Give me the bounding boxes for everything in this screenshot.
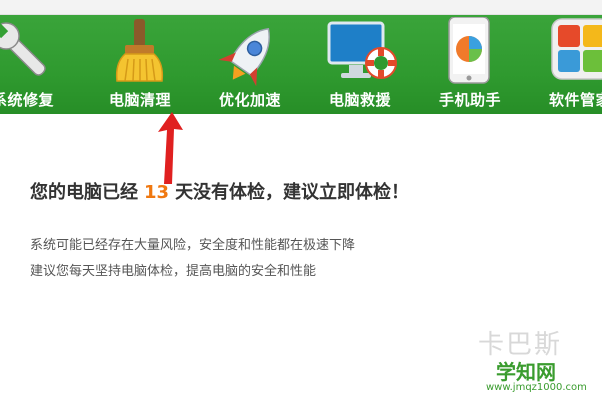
- phone-icon: [448, 17, 490, 84]
- description-line-2: 建议您每天坚持电脑体检，提高电脑的安全和性能: [30, 264, 317, 279]
- toolbar-label: 软件管家: [548, 91, 602, 109]
- days-count: 13: [144, 182, 170, 203]
- window-top-strip: [0, 0, 602, 15]
- toolbar-item-pc-cleanup[interactable]: 电脑清理: [85, 15, 195, 114]
- software-grid-icon: [551, 18, 602, 80]
- broom-icon: [115, 19, 164, 82]
- toolbar-label: 电脑清理: [108, 91, 171, 109]
- toolbar-item-software-manager[interactable]: 软件管家: [525, 15, 602, 114]
- toolbar-item-optimize-speedup[interactable]: 优化加速: [195, 15, 305, 114]
- toolbar-item-phone-assistant[interactable]: 手机助手: [415, 15, 525, 114]
- checkup-headline: 您的电脑已经 13 天没有体检，建议立即体检！: [30, 178, 409, 204]
- toolbar-label: 手机助手: [438, 91, 501, 109]
- toolbar-label: 优化加速: [218, 91, 281, 109]
- headline-suffix: 天没有体检，建议立即体检！: [175, 182, 410, 203]
- toolbar-item-pc-rescue[interactable]: 电脑救援: [305, 15, 415, 114]
- toolbar: 系统修复 电脑清理 优化加速: [0, 15, 602, 114]
- site-watermark-url: www.jmqz1000.com: [486, 382, 587, 393]
- description-line-1: 系统可能已经存在大量风险，安全度和性能都在极速下降: [30, 238, 356, 253]
- monitor-lifebuoy-icon: [327, 21, 397, 79]
- red-pointer-arrow-icon: [158, 112, 183, 184]
- headline-prefix: 您的电脑已经: [30, 182, 138, 203]
- toolbar-label: 电脑救援: [328, 91, 391, 109]
- wrench-icon: [0, 21, 46, 76]
- toolbar-item-system-repair[interactable]: 系统修复: [0, 15, 78, 114]
- toolbar-label: 系统修复: [0, 91, 54, 109]
- rocket-icon: [218, 27, 270, 87]
- site-watermark: 学知网: [496, 360, 556, 384]
